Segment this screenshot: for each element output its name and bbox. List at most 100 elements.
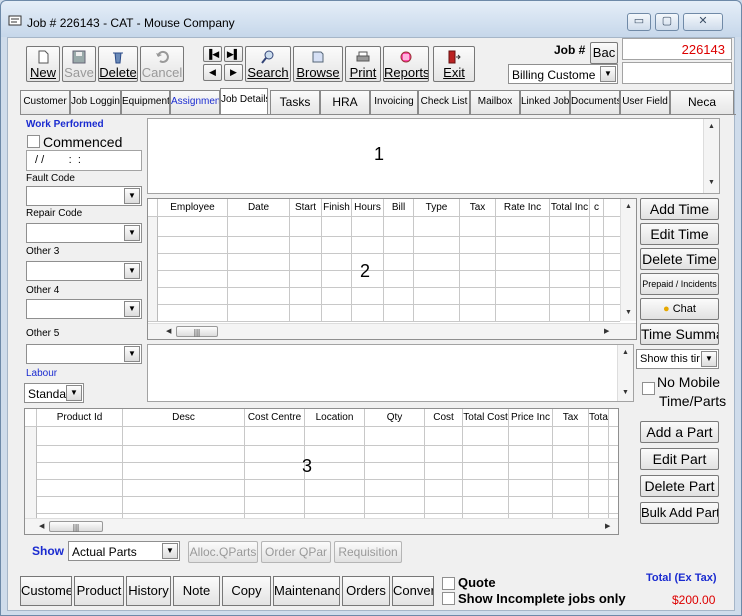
bottom-button-3[interactable]: Note [173, 576, 220, 606]
tab-3[interactable]: Assignmen [170, 90, 220, 114]
first-icon: ▐◀ [205, 49, 220, 59]
tab-11[interactable]: Documents [570, 90, 620, 114]
show-this-select[interactable]: Show this tir ▼ [636, 349, 719, 369]
tab-12[interactable]: User Field [620, 90, 670, 114]
exit-button[interactable]: Exit [433, 46, 475, 82]
last-record-button[interactable]: ▶▌ [224, 46, 243, 62]
grid-column-line [508, 427, 509, 519]
work-performed-scrollbar[interactable]: ▲ ▼ [703, 119, 719, 193]
grid-column-line [589, 217, 590, 321]
first-record-button[interactable]: ▐◀ [203, 46, 222, 62]
scroll-thumb[interactable]: ||| [176, 326, 218, 337]
order-qparts-button[interactable]: Order QPar [261, 541, 331, 563]
parts-grid-row-selector[interactable] [25, 427, 37, 519]
print-button[interactable]: Print [345, 46, 381, 82]
other3-select[interactable]: ▼ [26, 261, 142, 281]
quote-checkbox[interactable] [442, 577, 455, 590]
labour-label[interactable]: Labour [26, 368, 57, 379]
next-record-button[interactable]: ▶ [224, 64, 243, 81]
commenced-datetime-field[interactable]: / / : : [26, 150, 142, 171]
chat-button[interactable]: ● Chat [640, 298, 719, 320]
tab-10[interactable]: Linked Job [520, 90, 570, 114]
tab-7[interactable]: Invoicing [370, 90, 418, 114]
other4-select[interactable]: ▼ [26, 299, 142, 319]
bottom-button-1[interactable]: Product [74, 576, 124, 606]
requisition-button[interactable]: Requisition [334, 541, 402, 563]
previous-record-button[interactable]: ◀ [203, 64, 222, 81]
maximize-button[interactable]: ▢ [655, 13, 679, 31]
notes-scrollbar[interactable]: ▲ ▼ [617, 345, 633, 401]
chevron-down-icon: ▼ [701, 351, 717, 367]
alloc-qparts-button[interactable]: Alloc.QParts [188, 541, 258, 563]
grid-row-line [148, 236, 620, 237]
edit-part-button[interactable]: Edit Part [640, 448, 719, 470]
back-button[interactable]: Bac [590, 42, 618, 64]
search-button[interactable]: Search [245, 46, 291, 82]
time-grid-column-header: Tax [460, 199, 496, 217]
scroll-up-icon: ▲ [708, 123, 715, 130]
time-grid-hscroll[interactable]: ◀ ||| ▶ [148, 323, 636, 339]
parts-grid-column-header: Product Id [37, 409, 123, 427]
browse-label: Browse [296, 65, 340, 80]
bottom-button-5[interactable]: Maintenanc [273, 576, 340, 606]
close-button[interactable]: ✕ [683, 13, 723, 31]
prepaid-incidents-button[interactable]: Prepaid / Incidents [640, 273, 719, 295]
browse-button[interactable]: Browse [293, 46, 343, 82]
time-grid-column-header: Hours [352, 199, 384, 217]
show-parts-select[interactable]: Actual Parts ▼ [68, 541, 180, 561]
parts-grid-hscroll[interactable]: ◀ ||| ▶ [25, 518, 618, 534]
chat-label: Chat [672, 303, 696, 315]
parts-grid[interactable]: Product Id Desc Cost Centre Location Qty Cost… [24, 408, 619, 535]
work-performed-textarea[interactable]: ▲ ▼ [147, 118, 720, 194]
bottom-button-0[interactable]: Custome [20, 576, 72, 606]
show-incomplete-checkbox[interactable] [442, 592, 455, 605]
no-mobile-checkbox[interactable] [642, 382, 655, 395]
tab-8[interactable]: Check List [418, 90, 470, 114]
bottom-button-7[interactable]: Conver [392, 576, 434, 606]
save-button[interactable]: Save [62, 46, 96, 82]
tab-0[interactable]: Customer [20, 90, 70, 114]
add-part-button[interactable]: Add a Part [640, 421, 719, 443]
grid-row-line [148, 253, 620, 254]
cancel-button[interactable]: Cancel [140, 46, 184, 82]
tab-9[interactable]: Mailbox [470, 90, 520, 114]
bottom-button-6[interactable]: Orders [342, 576, 390, 606]
notes-textarea[interactable]: ▲ ▼ [147, 344, 634, 402]
tab-1[interactable]: Job Loggin [70, 90, 121, 114]
tab-6[interactable]: HRA [320, 90, 370, 114]
commenced-checkbox[interactable] [27, 135, 40, 148]
fault-code-select[interactable]: ▼ [26, 186, 142, 206]
minimize-button[interactable]: ▭ [627, 13, 651, 31]
time-grid-vscroll[interactable]: ▲ ▼ [620, 199, 636, 321]
labour-select[interactable]: Standa ▼ [24, 383, 84, 403]
new-button[interactable]: New [26, 46, 60, 82]
job-number-field[interactable]: 226143 [622, 38, 732, 60]
time-grid[interactable]: Employee Date Start Finish Hours Bill Type Tax R… [147, 198, 637, 340]
total-value: $200.00 [672, 593, 716, 607]
scroll-thumb[interactable]: ||| [49, 521, 103, 532]
billing-customer-select[interactable]: Billing Custome ▼ [508, 64, 618, 84]
time-summary-button[interactable]: Time Summa [640, 323, 719, 345]
grid-row-line [25, 513, 618, 514]
tab-13[interactable]: Neca [670, 90, 734, 114]
grid-row-line [148, 270, 620, 271]
reports-button[interactable]: Reports [383, 46, 429, 82]
repair-code-select[interactable]: ▼ [26, 223, 142, 243]
bulk-add-parts-button[interactable]: Bulk Add Parts [640, 502, 719, 524]
search-icon [261, 50, 274, 64]
delete-button[interactable]: Delete [98, 46, 138, 82]
tab-2[interactable]: Equipment [121, 90, 170, 114]
delete-time-button[interactable]: Delete Time [640, 248, 719, 270]
time-grid-row-selector[interactable] [148, 217, 158, 321]
tab-4[interactable]: Job Details [220, 88, 268, 114]
other5-select[interactable]: ▼ [26, 344, 142, 364]
edit-time-button[interactable]: Edit Time [640, 223, 719, 245]
delete-part-button[interactable]: Delete Part [640, 475, 719, 497]
grid-column-line [424, 427, 425, 519]
add-time-button[interactable]: Add Time [640, 198, 719, 220]
chevron-down-icon: ▼ [124, 346, 140, 362]
tab-5[interactable]: Tasks [270, 90, 320, 114]
bottom-button-2[interactable]: History [126, 576, 171, 606]
billing-customer-field[interactable] [622, 62, 732, 84]
bottom-button-4[interactable]: Copy [222, 576, 271, 606]
